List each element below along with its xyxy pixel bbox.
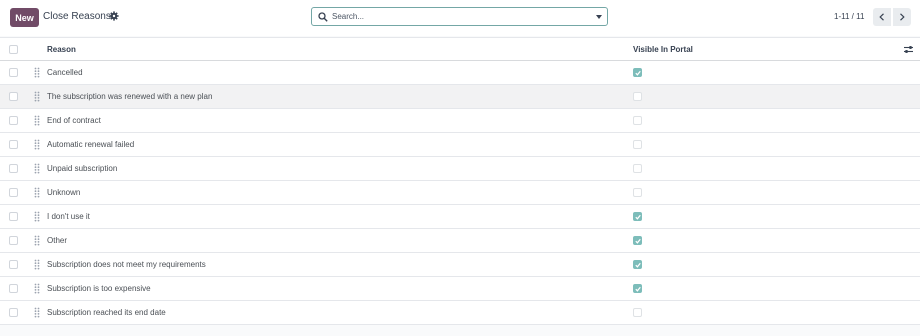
row-select-checkbox[interactable] bbox=[9, 308, 18, 317]
table-row[interactable]: Subscription is too expensive bbox=[0, 277, 920, 301]
chevron-right-icon bbox=[900, 13, 905, 21]
gear-icon[interactable] bbox=[109, 11, 119, 21]
drag-handle-icon[interactable] bbox=[34, 259, 40, 270]
drag-handle-icon[interactable] bbox=[34, 307, 40, 318]
drag-handle-icon[interactable] bbox=[34, 91, 40, 102]
reason-cell[interactable]: Automatic renewal failed bbox=[47, 140, 134, 149]
table-body: Cancelled The subscription was renewed wi… bbox=[0, 61, 920, 325]
table-header: Reason Visible In Portal bbox=[0, 37, 920, 61]
pager-previous-button[interactable] bbox=[873, 8, 891, 26]
reason-cell[interactable]: End of contract bbox=[47, 116, 101, 125]
new-button[interactable]: New bbox=[10, 8, 39, 27]
pager-value[interactable]: 1-11 / 11 bbox=[834, 12, 864, 21]
visible-in-portal-checkbox[interactable] bbox=[633, 164, 642, 173]
drag-handle-icon[interactable] bbox=[34, 115, 40, 126]
search-bar bbox=[311, 7, 608, 26]
optional-columns-icon[interactable] bbox=[903, 44, 914, 55]
search-input[interactable] bbox=[332, 10, 572, 23]
checkmark-icon bbox=[635, 70, 641, 76]
table-row[interactable]: Unknown bbox=[0, 181, 920, 205]
drag-handle-icon[interactable] bbox=[34, 67, 40, 78]
row-select-checkbox[interactable] bbox=[9, 284, 18, 293]
table-row[interactable]: Subscription does not meet my requiremen… bbox=[0, 253, 920, 277]
search-dropdown-toggle[interactable] bbox=[596, 15, 602, 19]
row-select-checkbox[interactable] bbox=[9, 116, 18, 125]
visible-in-portal-checkbox[interactable] bbox=[633, 284, 642, 293]
row-select-checkbox[interactable] bbox=[9, 68, 18, 77]
drag-handle-icon[interactable] bbox=[34, 235, 40, 246]
reason-cell[interactable]: Unpaid subscription bbox=[47, 164, 117, 173]
table-row[interactable]: Cancelled bbox=[0, 61, 920, 85]
visible-in-portal-checkbox[interactable] bbox=[633, 92, 642, 101]
table-row[interactable]: Unpaid subscription bbox=[0, 157, 920, 181]
row-select-checkbox[interactable] bbox=[9, 140, 18, 149]
table-row[interactable]: I don't use it bbox=[0, 205, 920, 229]
checkmark-icon bbox=[635, 238, 641, 244]
checkmark-icon bbox=[635, 262, 641, 268]
reason-cell[interactable]: Cancelled bbox=[47, 68, 83, 77]
row-select-checkbox[interactable] bbox=[9, 164, 18, 173]
table-row[interactable]: Automatic renewal failed bbox=[0, 133, 920, 157]
visible-in-portal-checkbox[interactable] bbox=[633, 308, 642, 317]
control-panel: New Close Reasons 1-11 / 11 bbox=[0, 0, 920, 36]
visible-in-portal-checkbox[interactable] bbox=[633, 116, 642, 125]
drag-handle-icon[interactable] bbox=[34, 211, 40, 222]
drag-handle-icon[interactable] bbox=[34, 187, 40, 198]
drag-handle-icon[interactable] bbox=[34, 139, 40, 150]
chevron-left-icon bbox=[879, 13, 884, 21]
column-header-visible-in-portal[interactable]: Visible In Portal bbox=[633, 45, 693, 54]
reason-cell[interactable]: Subscription does not meet my requiremen… bbox=[47, 260, 206, 269]
page-title: Close Reasons bbox=[43, 11, 111, 22]
pager-next-button[interactable] bbox=[893, 8, 911, 26]
visible-in-portal-checkbox[interactable] bbox=[633, 68, 642, 77]
select-all-checkbox[interactable] bbox=[9, 45, 18, 54]
table-row[interactable]: The subscription was renewed with a new … bbox=[0, 85, 920, 109]
reason-cell[interactable]: Subscription reached its end date bbox=[47, 308, 166, 317]
checkmark-icon bbox=[635, 214, 641, 220]
table-row[interactable]: End of contract bbox=[0, 109, 920, 133]
visible-in-portal-checkbox[interactable] bbox=[633, 260, 642, 269]
row-select-checkbox[interactable] bbox=[9, 260, 18, 269]
reason-cell[interactable]: The subscription was renewed with a new … bbox=[47, 92, 212, 101]
drag-handle-icon[interactable] bbox=[34, 283, 40, 294]
search-icon bbox=[318, 12, 328, 22]
visible-in-portal-checkbox[interactable] bbox=[633, 140, 642, 149]
row-select-checkbox[interactable] bbox=[9, 236, 18, 245]
drag-handle-icon[interactable] bbox=[34, 163, 40, 174]
row-select-checkbox[interactable] bbox=[9, 92, 18, 101]
column-header-reason[interactable]: Reason bbox=[47, 45, 76, 54]
reason-cell[interactable]: Unknown bbox=[47, 188, 80, 197]
row-select-checkbox[interactable] bbox=[9, 188, 18, 197]
checkmark-icon bbox=[635, 286, 641, 292]
visible-in-portal-checkbox[interactable] bbox=[633, 212, 642, 221]
row-select-checkbox[interactable] bbox=[9, 212, 18, 221]
reason-cell[interactable]: Subscription is too expensive bbox=[47, 284, 151, 293]
reason-cell[interactable]: I don't use it bbox=[47, 212, 90, 221]
table-row[interactable]: Subscription reached its end date bbox=[0, 301, 920, 325]
table-row[interactable]: Other bbox=[0, 229, 920, 253]
visible-in-portal-checkbox[interactable] bbox=[633, 188, 642, 197]
visible-in-portal-checkbox[interactable] bbox=[633, 236, 642, 245]
list-view: Reason Visible In Portal Cancelled The su… bbox=[0, 37, 920, 325]
reason-cell[interactable]: Other bbox=[47, 236, 67, 245]
